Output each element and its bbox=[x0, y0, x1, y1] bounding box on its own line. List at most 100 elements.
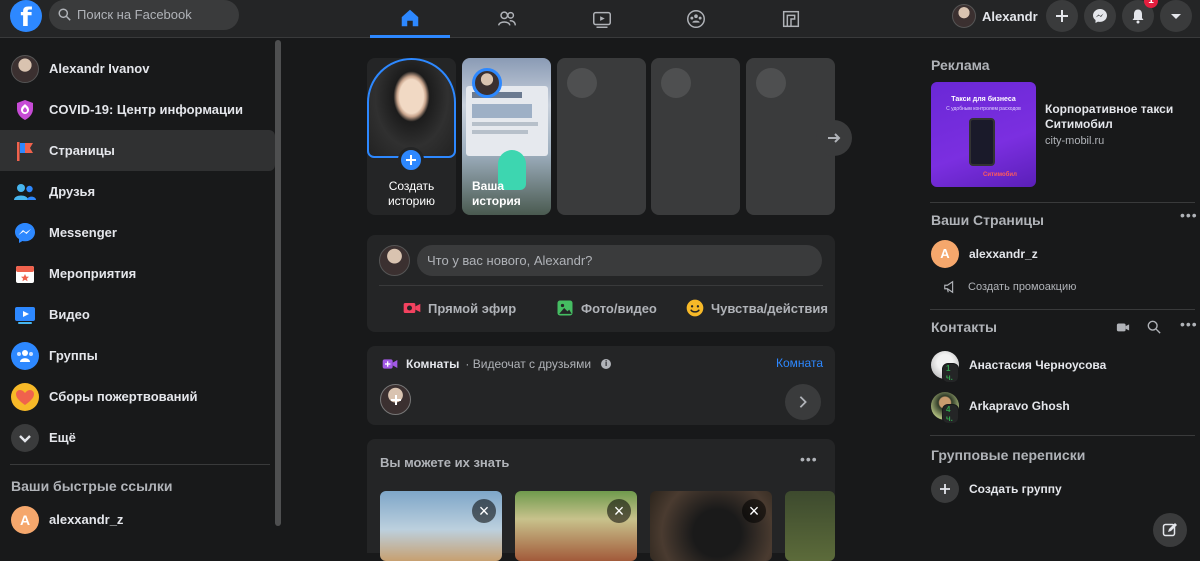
tab-watch[interactable] bbox=[562, 0, 642, 38]
sponsored-ad[interactable]: Такси для бизнеса С удобным контролем ра… bbox=[920, 82, 1200, 202]
sidebar-item-friends[interactable]: Друзья bbox=[0, 171, 275, 212]
composer-divider bbox=[379, 285, 823, 286]
contacts-more-icon[interactable]: ••• bbox=[1180, 316, 1198, 332]
more-options-icon[interactable]: ••• bbox=[800, 451, 818, 467]
rooms-next-button[interactable] bbox=[785, 384, 821, 420]
suggestion-card[interactable]: × bbox=[380, 491, 502, 561]
pages-header: Ваши Страницы ••• bbox=[920, 203, 1200, 233]
new-message-button[interactable] bbox=[1153, 513, 1187, 547]
sidebar-item-fundraisers[interactable]: Сборы пожертвований bbox=[0, 376, 275, 417]
ad-image: Такси для бизнеса С удобным контролем ра… bbox=[931, 82, 1036, 187]
story-placeholder bbox=[557, 58, 646, 215]
info-icon[interactable]: i bbox=[601, 359, 612, 369]
ad-image-subtitle: С удобным контролем расходов bbox=[946, 106, 1021, 112]
rooms-video-icon bbox=[382, 359, 398, 369]
calendar-icon bbox=[11, 260, 39, 288]
sidebar-item-label: Мероприятия bbox=[49, 266, 137, 281]
messenger-button[interactable] bbox=[1084, 0, 1116, 32]
live-video-icon bbox=[403, 303, 421, 313]
sidebar-item-messenger[interactable]: Messenger bbox=[0, 212, 275, 253]
contact-avatar: 4 ч. bbox=[931, 392, 959, 424]
sidebar-item-more[interactable]: Ещё bbox=[0, 417, 275, 458]
sidebar-item-video[interactable]: Видео bbox=[0, 294, 275, 335]
feeling-button[interactable]: Чувства/действия bbox=[685, 297, 828, 319]
tab-home[interactable] bbox=[370, 0, 450, 38]
ad-image-headline: Такси для бизнеса bbox=[951, 96, 1016, 103]
notifications-button[interactable]: 1 bbox=[1122, 0, 1158, 32]
create-room-avatar-button[interactable] bbox=[380, 384, 411, 415]
account-menu-button[interactable] bbox=[1160, 0, 1192, 32]
create-story-card[interactable]: Создать историю bbox=[367, 58, 456, 215]
story-placeholder-avatar bbox=[567, 68, 597, 98]
pymk-title: Вы можете их знать bbox=[380, 455, 510, 470]
stories-next-button[interactable] bbox=[816, 120, 852, 156]
shortcut-label: alexxandr_z bbox=[49, 512, 124, 527]
sidebar-scrollbar[interactable] bbox=[275, 40, 281, 526]
create-story-label-line2: историю bbox=[387, 194, 436, 208]
page-name: alexxandr_z bbox=[969, 247, 1038, 261]
your-story-label: Ваша история bbox=[472, 179, 551, 209]
tab-friends[interactable] bbox=[467, 0, 547, 38]
right-divider bbox=[930, 435, 1195, 436]
close-icon[interactable]: × bbox=[472, 499, 496, 523]
composer-input[interactable]: Что у вас нового, Alexandr? bbox=[417, 245, 822, 276]
sidebar-item-events[interactable]: Мероприятия bbox=[0, 253, 275, 294]
sidebar-divider bbox=[10, 464, 270, 465]
create-room-link[interactable]: Комната bbox=[776, 356, 823, 370]
contact-item[interactable]: 4 ч. Arkapravo Ghosh bbox=[920, 387, 1200, 425]
pages-more-icon[interactable]: ••• bbox=[1180, 207, 1198, 223]
sidebar-item-label: Друзья bbox=[49, 184, 96, 199]
suggestion-card[interactable]: × bbox=[650, 491, 772, 561]
tab-gaming[interactable] bbox=[751, 0, 831, 38]
sidebar-item-profile[interactable]: Alexandr Ivanov bbox=[0, 48, 275, 89]
sidebar-item-pages[interactable]: Страницы bbox=[0, 130, 275, 171]
your-story-card[interactable]: Ваша история bbox=[462, 58, 551, 215]
sidebar-item-label: Сборы пожертвований bbox=[49, 389, 198, 404]
ad-image-brand: Ситимобил bbox=[983, 172, 1017, 178]
shortcut-item[interactable]: A alexxandr_z bbox=[0, 499, 275, 540]
story-placeholder-avatar bbox=[756, 68, 786, 98]
page-item[interactable]: A alexxandr_z bbox=[920, 235, 1200, 273]
add-story-button[interactable] bbox=[398, 147, 424, 173]
search-icon[interactable] bbox=[1147, 320, 1161, 334]
contact-name: Arkapravo Ghosh bbox=[969, 399, 1070, 413]
story-profile-photo bbox=[367, 58, 456, 158]
sidebar-item-groups[interactable]: Группы bbox=[0, 335, 275, 376]
ad-phone-image bbox=[969, 118, 995, 166]
facebook-logo[interactable]: f bbox=[10, 0, 42, 33]
top-navigation-bar: f Поиск на Facebook Alexandr 1 bbox=[0, 0, 1200, 38]
flag-icon bbox=[11, 137, 39, 165]
sidebar-item-covid[interactable]: COVID-19: Центр информации bbox=[0, 89, 275, 130]
photo-video-label: Фото/видео bbox=[581, 300, 657, 316]
close-icon[interactable]: × bbox=[742, 499, 766, 523]
avatar bbox=[379, 245, 410, 276]
friends-icon bbox=[11, 178, 39, 206]
search-input[interactable]: Поиск на Facebook bbox=[49, 0, 239, 30]
groups-icon bbox=[11, 341, 39, 370]
suggestion-card[interactable] bbox=[785, 491, 835, 561]
suggestion-card[interactable]: × bbox=[515, 491, 637, 561]
tab-groups[interactable] bbox=[656, 0, 736, 38]
photo-icon bbox=[557, 300, 573, 316]
profile-chip[interactable]: Alexandr bbox=[952, 2, 1046, 30]
story-screenshot bbox=[466, 86, 548, 156]
new-room-icon[interactable] bbox=[1116, 320, 1130, 334]
megaphone-icon bbox=[944, 280, 954, 294]
caret-down-icon bbox=[1171, 14, 1181, 19]
plus-icon bbox=[390, 394, 401, 405]
search-icon bbox=[58, 8, 71, 21]
photo-video-button[interactable]: Фото/видео bbox=[555, 297, 657, 319]
sidebar-item-label: COVID-19: Центр информации bbox=[49, 102, 243, 117]
ad-domain: city-mobil.ru bbox=[1045, 135, 1105, 147]
live-video-button[interactable]: Прямой эфир bbox=[402, 297, 516, 319]
search-placeholder: Поиск на Facebook bbox=[77, 7, 192, 22]
create-group-button[interactable]: Создать группу bbox=[920, 470, 1200, 508]
close-icon[interactable]: × bbox=[607, 499, 631, 523]
create-promotion-button[interactable]: Создать промоакцию bbox=[920, 273, 1200, 301]
create-button[interactable] bbox=[1046, 0, 1078, 32]
home-icon bbox=[401, 9, 419, 26]
plus-icon bbox=[1056, 10, 1068, 22]
groups-icon bbox=[687, 10, 705, 28]
ad-title: Корпоративное такси Ситимобил bbox=[1045, 102, 1174, 131]
contact-item[interactable]: 1 ч. Анастасия Черноусова bbox=[920, 346, 1200, 384]
